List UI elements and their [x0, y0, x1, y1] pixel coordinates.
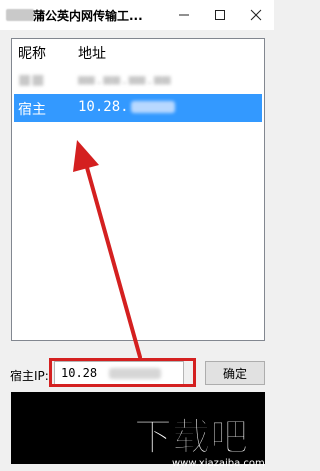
window-title: 蒲公英内网传输工... [33, 9, 143, 23]
row-nickname: ■■ [18, 72, 45, 88]
redacted-patch [130, 101, 175, 113]
maximize-button[interactable] [202, 0, 238, 30]
host-ip-field[interactable] [54, 361, 184, 385]
minimize-button[interactable] [166, 0, 202, 30]
confirm-button[interactable]: 确定 [205, 361, 265, 385]
minimize-icon [179, 14, 189, 16]
close-button[interactable] [238, 0, 274, 30]
redacted-patch [109, 368, 161, 379]
column-header-nickname[interactable]: 昵称 [18, 43, 46, 63]
close-icon [250, 9, 262, 21]
title-bar: 蒲公英内网传输工... [0, 0, 274, 30]
row-address-text: 10.28. [78, 99, 129, 115]
app-icon [6, 9, 34, 21]
watermark-url: www.xiazaiba.com [172, 458, 265, 469]
peer-list[interactable]: 昵称 地址 ■■ ■■.■■.■■.■■ 宿主 10.28. [11, 38, 265, 341]
watermark-text: 下载吧 [134, 415, 248, 459]
list-row-selected[interactable]: 宿主 10.28. [14, 94, 262, 122]
row-nickname: 宿主 [18, 102, 46, 118]
maximize-icon [215, 10, 225, 20]
list-row[interactable]: ■■ ■■.■■.■■.■■ [14, 67, 262, 95]
list-header: 昵称 地址 [12, 39, 264, 65]
row-address: 10.28. [78, 99, 175, 115]
row-address: ■■.■■.■■.■■ [78, 72, 171, 88]
watermark-logo: 下载吧 www.xiazaiba.com [134, 415, 265, 470]
host-ip-label: 宿主IP: [10, 369, 49, 383]
column-header-address[interactable]: 地址 [78, 43, 106, 63]
